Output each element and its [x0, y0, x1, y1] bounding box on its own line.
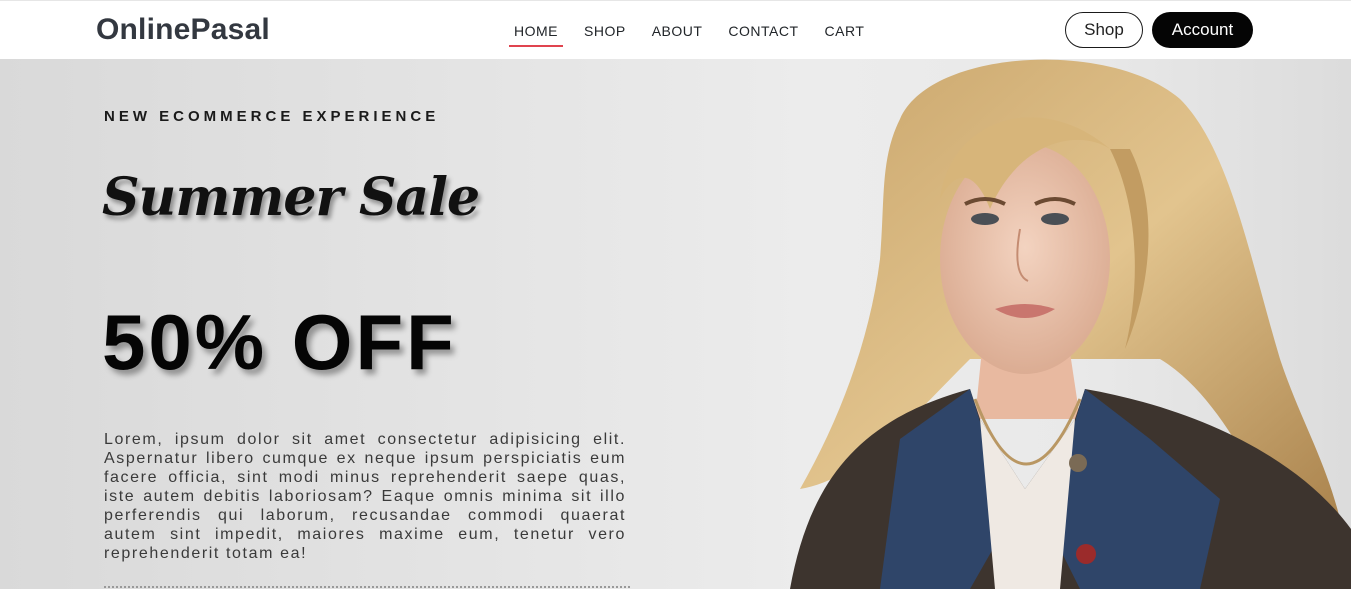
hero-banner: NEW ECOMMERCE EXPERIENCE Summer Sale 50%…: [0, 59, 1351, 589]
account-button[interactable]: Account: [1152, 12, 1253, 48]
navbar: OnlinePasal HOME SHOP ABOUT CONTACT CART…: [0, 0, 1351, 59]
hero-eyebrow: NEW ECOMMERCE EXPERIENCE: [104, 108, 440, 125]
nav-link-cart[interactable]: CART: [812, 23, 878, 47]
hero-description: Lorem, ipsum dolor sit amet consectetur …: [104, 431, 626, 562]
nav-link-home[interactable]: HOME: [509, 23, 563, 47]
nav-link-about[interactable]: ABOUT: [639, 23, 716, 47]
nav-link-shop[interactable]: SHOP: [571, 23, 639, 47]
brand-logo[interactable]: OnlinePasal: [96, 13, 270, 47]
hero-script-title: Summer Sale: [102, 167, 480, 228]
hero-model-image: [790, 59, 1351, 589]
hero-divider: [104, 586, 630, 588]
main-nav: HOME SHOP ABOUT CONTACT CART: [509, 23, 877, 47]
nav-link-contact[interactable]: CONTACT: [715, 23, 811, 47]
shop-button[interactable]: Shop: [1065, 12, 1143, 48]
hero-discount: 50% OFF: [102, 298, 457, 386]
